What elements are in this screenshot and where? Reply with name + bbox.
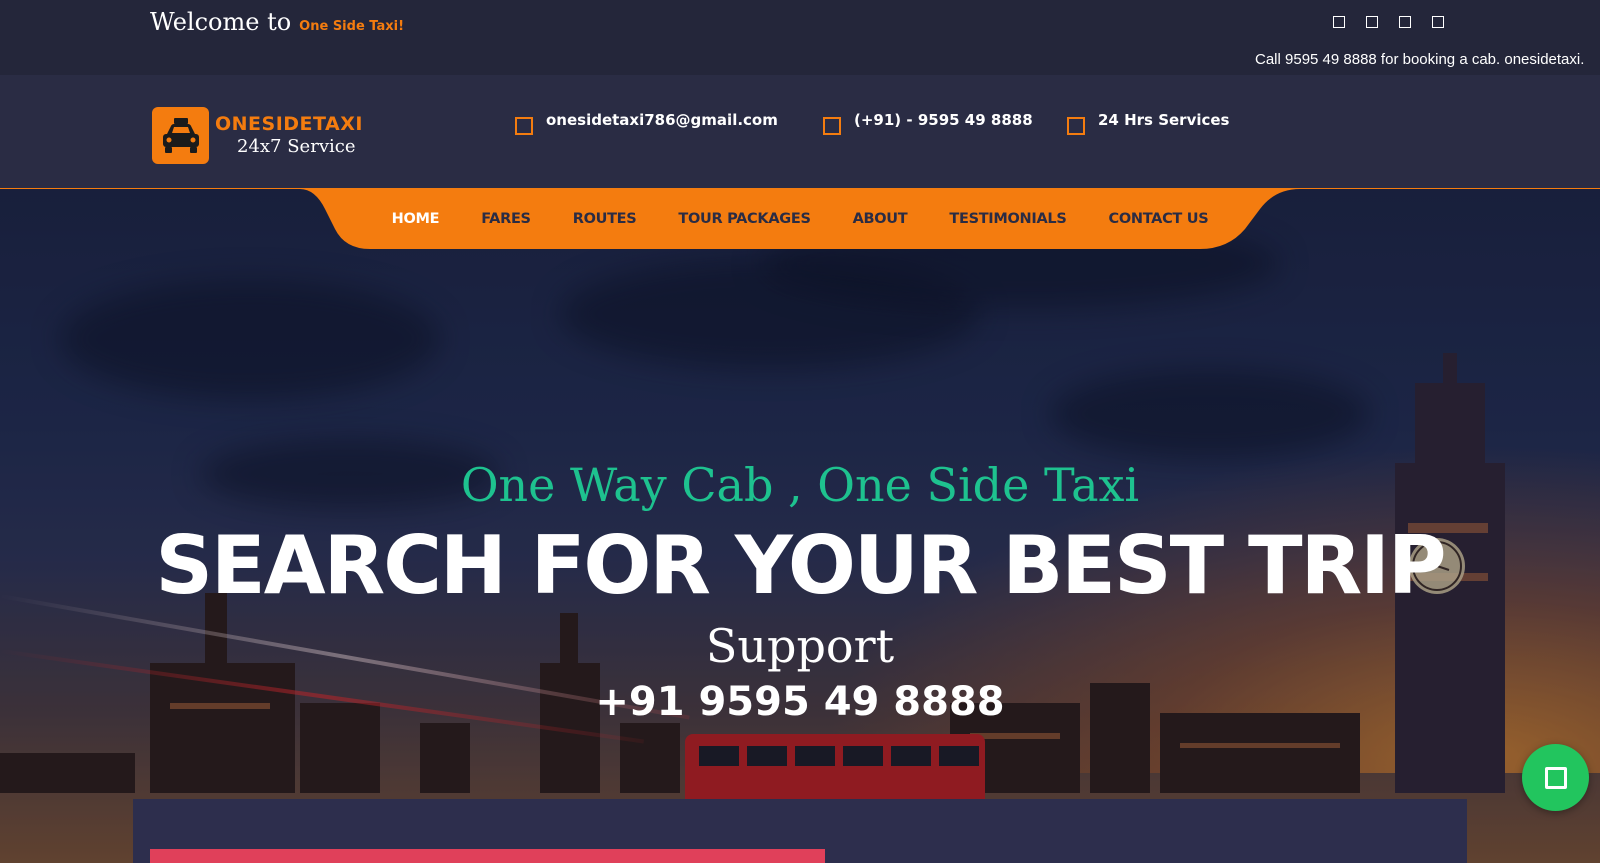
nav-item-testimonials[interactable]: TESTIMONIALS (949, 211, 1066, 227)
nav-item-home[interactable]: HOME (392, 211, 440, 227)
top-bar: Welcome to One Side Taxi! Call 9595 49 8… (0, 0, 1600, 75)
site-logo[interactable]: ONESIDETAXI 24x7 Service (152, 107, 363, 164)
whatsapp-icon (1544, 766, 1567, 789)
youtube-icon[interactable] (1432, 16, 1444, 28)
contact-phone[interactable]: (+91) - 9595 49 8888 (823, 111, 1033, 135)
nav-item-tour-packages[interactable]: TOUR PACKAGES (678, 211, 810, 227)
facebook-icon[interactable] (1333, 16, 1345, 28)
logo-subtitle: 24x7 Service (237, 136, 356, 157)
contact-email-text: onesidetaxi786@gmail.com (546, 111, 778, 129)
hero-tagline: One Way Cab , One Side Taxi (460, 458, 1140, 512)
clock-icon (1067, 117, 1085, 135)
nav-item-fares[interactable]: FARES (481, 211, 531, 227)
contact-phone-text: (+91) - 9595 49 8888 (854, 111, 1033, 129)
welcome-text: Welcome to (150, 8, 292, 36)
site-header: ONESIDETAXI 24x7 Service onesidetaxi786@… (0, 75, 1600, 189)
main-nav: HOME FARES ROUTES TOUR PACKAGES ABOUT TE… (300, 189, 1300, 249)
envelope-icon (515, 117, 533, 135)
welcome-message: Welcome to One Side Taxi! (150, 8, 404, 36)
twitter-icon[interactable] (1366, 16, 1378, 28)
support-label: Support (705, 619, 895, 673)
instagram-icon[interactable] (1399, 16, 1411, 28)
phone-icon (823, 117, 841, 135)
hero-banner: One Way Cab , One Side Taxi SEARCH FOR Y… (0, 189, 1600, 863)
nav-item-contact-us[interactable]: CONTACT US (1109, 211, 1209, 227)
whatsapp-button[interactable] (1522, 744, 1589, 811)
nav-item-routes[interactable]: ROUTES (573, 211, 637, 227)
logo-title: ONESIDETAXI (215, 113, 363, 135)
nav-item-about[interactable]: ABOUT (853, 211, 908, 227)
contact-services-text: 24 Hrs Services (1098, 111, 1230, 129)
contact-email[interactable]: onesidetaxi786@gmail.com (515, 111, 778, 135)
welcome-brand: One Side Taxi! (299, 19, 405, 34)
social-links (1333, 16, 1444, 28)
booking-marquee: Call 9595 49 8888 for booking a cab. one… (1255, 51, 1585, 68)
contact-services: 24 Hrs Services (1067, 111, 1229, 135)
hero-headline: SEARCH FOR YOUR BEST TRIP (155, 519, 1446, 612)
booking-tab-bar[interactable] (150, 849, 825, 863)
taxi-icon (152, 107, 209, 164)
support-phone[interactable]: +91 9595 49 8888 (0, 679, 1600, 725)
